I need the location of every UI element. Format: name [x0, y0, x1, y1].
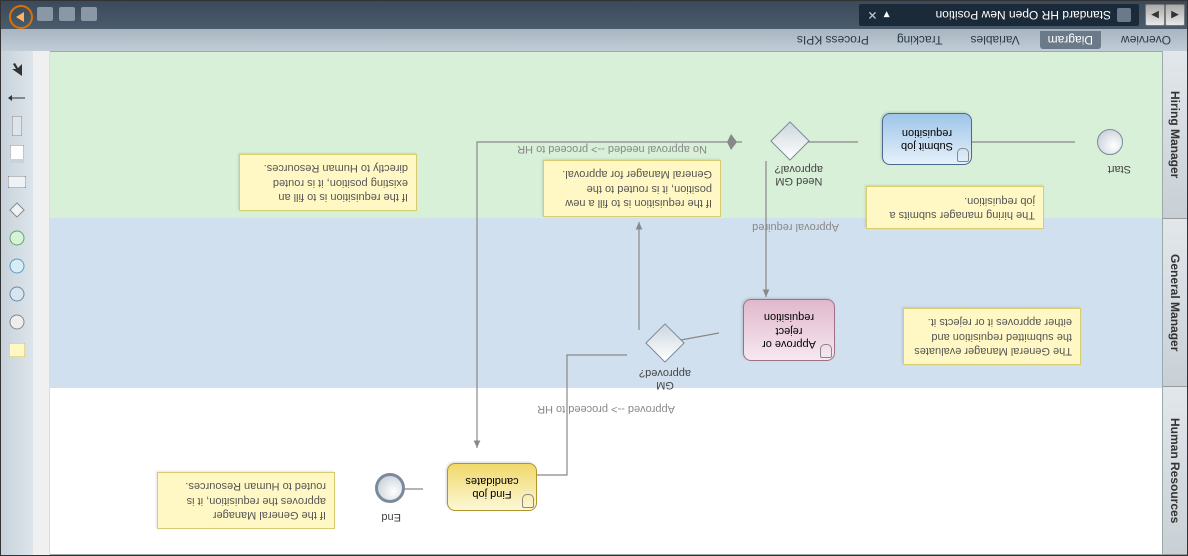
task-label: Approve or reject requisition — [762, 310, 816, 350]
titlebar-tool-3-icon[interactable] — [37, 7, 53, 21]
run-process-button[interactable] — [9, 5, 33, 29]
start-event[interactable] — [1097, 129, 1123, 155]
user-task-marker-icon — [820, 344, 832, 358]
edge-label-approved: Approved --> proceed to HR — [537, 403, 675, 415]
tab-diagram[interactable]: Diagram — [1040, 31, 1101, 49]
document-menu-chevron-icon[interactable]: ▾ — [884, 8, 890, 22]
tab-tracking[interactable]: Tracking — [889, 31, 951, 49]
diagram-palette — [1, 51, 33, 555]
task-icon[interactable] — [8, 173, 26, 191]
nav-forward-button[interactable]: ▶ — [1145, 4, 1165, 26]
gateway-label: GM approved? — [639, 367, 691, 391]
pointer-icon[interactable] — [8, 61, 26, 79]
end-label: End — [381, 511, 401, 523]
milestone-icon[interactable] — [8, 117, 26, 135]
sticky-note-route-gm[interactable]: If the requisition is to fill a new posi… — [543, 160, 721, 217]
titlebar-tool-2-icon[interactable] — [59, 7, 75, 21]
event3-icon[interactable] — [8, 257, 26, 275]
gateway-label: Need GM approval? — [775, 163, 823, 187]
lane-header-hr[interactable]: Human Resources — [1163, 387, 1187, 555]
event2-icon[interactable] — [8, 285, 26, 303]
play-icon — [16, 12, 24, 22]
sticky-note-submit[interactable]: The hiring manager submits a job requisi… — [866, 186, 1044, 229]
diagram-canvas[interactable]: Human Resources General Manager Hiring M… — [33, 51, 1187, 555]
editor-title-bar: ◀ ▶ Standard HR Open New Position ▾ ✕ — [1, 1, 1187, 29]
task-label: Submit job requisition — [901, 126, 953, 152]
task-find-candidates[interactable]: Find job candidates — [447, 463, 537, 511]
sticky-note-existing[interactable]: If the requisition is to fill an existin… — [239, 154, 417, 211]
edge-label-no-approval: No approval needed --> proceed to HR — [517, 143, 707, 155]
document-tab[interactable]: Standard HR Open New Position ▾ ✕ — [859, 4, 1139, 26]
sticky-note-gm-eval[interactable]: The General Manager evaluates the submit… — [903, 308, 1081, 365]
edge-label-approval-required: Approval required — [752, 221, 839, 233]
lane-header-hiring[interactable]: Hiring Manager — [1163, 51, 1187, 219]
gateway-icon[interactable] — [8, 201, 26, 219]
user-task-marker-icon — [957, 148, 969, 162]
process-icon — [1117, 8, 1131, 22]
nav-back-button[interactable]: ◀ — [1165, 4, 1185, 26]
event4-icon[interactable] — [8, 229, 26, 247]
tab-variables[interactable]: Variables — [962, 31, 1027, 49]
tab-overview[interactable]: Overview — [1113, 31, 1179, 49]
event-icon[interactable] — [8, 313, 26, 331]
task-approve-reject[interactable]: Approve or reject requisition — [743, 299, 835, 361]
vertical-scrollbar[interactable] — [33, 51, 50, 555]
start-label: Start — [1108, 163, 1131, 175]
end-event[interactable] — [375, 473, 405, 503]
sticky-note-gm-routed[interactable]: If the General Manager approves the requ… — [157, 472, 335, 529]
lane-header-gm[interactable]: General Manager — [1163, 219, 1187, 387]
document-title: Standard HR Open New Position — [936, 8, 1111, 22]
titlebar-tool-1-icon[interactable] — [81, 7, 97, 21]
arrow-icon[interactable] — [8, 89, 26, 107]
lane-icon[interactable] — [8, 145, 26, 163]
editor-bottom-tabs: Overview Diagram Variables Tracking Proc… — [1, 29, 1187, 51]
task-label: Find job candidates — [465, 474, 518, 500]
user-task-marker-icon — [522, 494, 534, 508]
close-tab-button[interactable]: ✕ — [867, 8, 877, 22]
task-submit-requisition[interactable]: Submit job requisition — [882, 113, 972, 165]
tab-process-kpis[interactable]: Process KPIs — [789, 31, 877, 49]
note-icon[interactable] — [8, 341, 26, 359]
